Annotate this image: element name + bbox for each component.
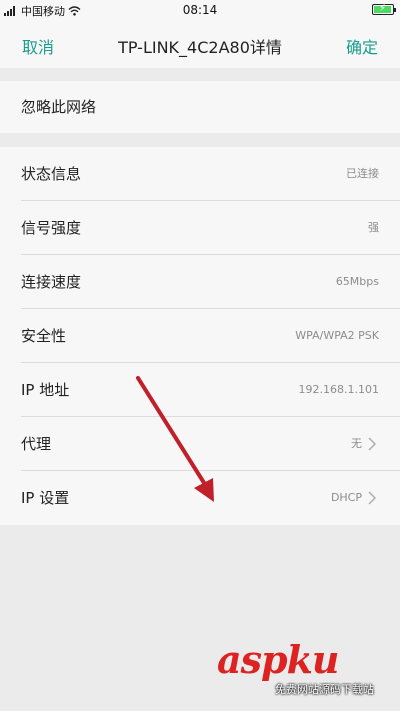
page-title: TP-LINK_4C2A80详情 [118,38,282,57]
watermark-brand: aspku [217,637,340,682]
nav-bar: 取消 TP-LINK_4C2A80详情 确定 [0,20,400,68]
link-speed-value: 65Mbps [335,275,379,288]
detail-row-ip-address: IP 地址 192.168.1.101 [0,363,400,417]
ip-settings-label: IP 设置 [21,489,70,507]
detail-row-status: 状态信息 已连接 [0,147,400,201]
confirm-button[interactable]: 确定 [346,34,378,58]
proxy-value: 无 [351,437,362,450]
detail-row-speed: 连接速度 65Mbps [0,255,400,309]
status-time: 08:14 [182,3,218,17]
chevron-right-icon [368,437,376,451]
signal-strength-value: 强 [368,221,379,234]
status-label: 状态信息 [21,165,82,183]
link-speed-label: 连接速度 [21,273,82,291]
proxy-setting-row[interactable]: 代理 无 [0,417,400,471]
security-value: WPA/WPA2 PSK [295,329,379,342]
chevron-right-icon [368,491,376,505]
security-label: 安全性 [21,327,67,345]
ip-address-label: IP 地址 [21,381,70,399]
ip-settings-value: DHCP [330,491,362,504]
proxy-label: 代理 [21,435,52,453]
forget-network-button[interactable]: 忽略此网络 [0,81,400,133]
signal-strength-label: 信号强度 [21,219,82,237]
watermark-logo: aspku 免费网站源码下载站 [217,637,392,697]
section-divider [0,68,400,81]
watermark-subtitle: 免费网站源码下载站 [275,683,374,696]
charging-icon: ⚡ [379,3,387,14]
detail-row-signal: 信号强度 强 [0,201,400,255]
network-details-list: 状态信息 已连接 信号强度 强 连接速度 65Mbps 安全性 WPA/WPA2… [0,147,400,525]
status-value: 已连接 [346,167,379,180]
status-bar: 中国移动 08:14 ⚡ [0,0,400,20]
ip-address-value: 192.168.1.101 [298,383,379,396]
ip-settings-row[interactable]: IP 设置 DHCP [0,471,400,525]
battery-icon: ⚡ [372,3,396,15]
detail-row-security: 安全性 WPA/WPA2 PSK [0,309,400,363]
section-divider [0,133,400,147]
